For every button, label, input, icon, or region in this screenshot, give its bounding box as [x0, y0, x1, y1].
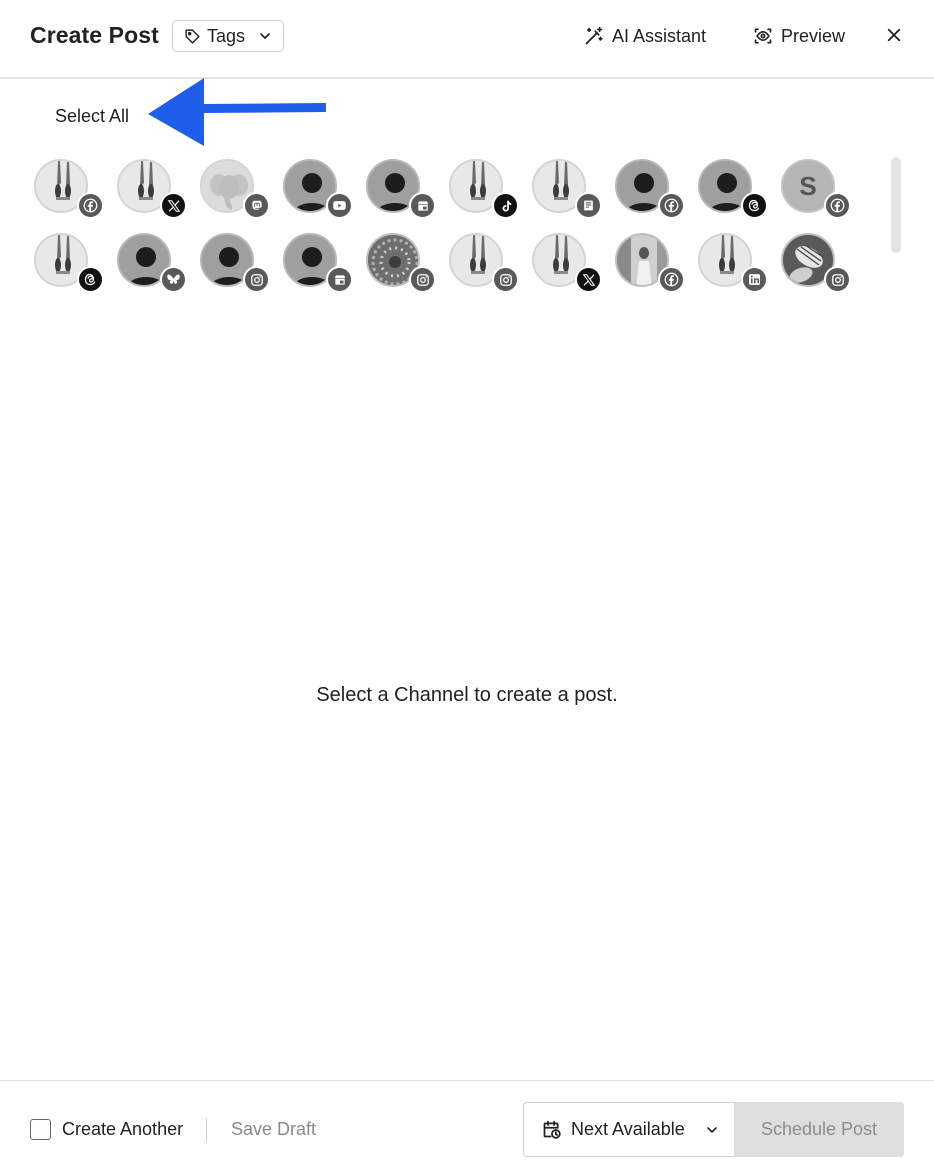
- annotation-arrow: [148, 78, 326, 146]
- divider: [206, 1118, 207, 1142]
- facebook-icon: [658, 192, 685, 219]
- threads-icon: [77, 266, 104, 293]
- eye-scan-icon: [754, 28, 772, 44]
- tags-label: Tags: [207, 25, 246, 46]
- create-another-label[interactable]: Create Another: [62, 1119, 183, 1140]
- header: Create Post Tags AI Assistant Preview: [0, 0, 934, 79]
- preview-label: Preview: [781, 25, 846, 46]
- channel-instagram[interactable]: [781, 233, 851, 293]
- x-icon: [575, 266, 602, 293]
- ai-assistant-label: AI Assistant: [612, 25, 707, 46]
- channel-mastodon[interactable]: [200, 159, 270, 219]
- channel-youtube[interactable]: [283, 159, 353, 219]
- instagram-icon: [824, 266, 851, 293]
- instagram-icon: [409, 266, 436, 293]
- chevron-down-icon: [260, 33, 270, 39]
- footer: Create Another Save Draft Next Available…: [0, 1080, 934, 1162]
- schedule-post-button[interactable]: Schedule Post: [734, 1102, 904, 1157]
- select-all-button[interactable]: Select All: [55, 106, 129, 127]
- channel-threads[interactable]: [698, 159, 768, 219]
- save-draft-button[interactable]: Save Draft: [231, 1119, 316, 1140]
- tags-button[interactable]: Tags: [172, 20, 284, 52]
- channel-instagram[interactable]: [200, 233, 270, 293]
- channel-facebook[interactable]: [615, 233, 685, 293]
- channel-x[interactable]: [532, 233, 602, 293]
- substack-icon: [575, 192, 602, 219]
- chevron-down-icon: [706, 1126, 717, 1133]
- calendar-clock-icon: [543, 1120, 561, 1139]
- tiktok-icon: [492, 192, 519, 219]
- channel-list: S: [34, 159, 854, 293]
- mastodon-icon: [243, 192, 270, 219]
- empty-state-message: Select a Channel to create a post.: [316, 684, 618, 706]
- facebook-icon: [658, 266, 685, 293]
- channel-instagram[interactable]: [366, 233, 436, 293]
- page-title: Create Post: [30, 22, 159, 48]
- youtube-icon: [326, 192, 353, 219]
- close-button[interactable]: [880, 21, 908, 49]
- magic-wand-icon: [585, 26, 603, 44]
- google-business-icon: [409, 192, 436, 219]
- x-icon: [160, 192, 187, 219]
- channel-google-business[interactable]: [366, 159, 436, 219]
- channel-linkedin[interactable]: [698, 233, 768, 293]
- channel-tiktok[interactable]: [449, 159, 519, 219]
- close-icon: [887, 28, 901, 42]
- bluesky-icon: [160, 266, 187, 293]
- avatar-letter: S: [799, 170, 817, 201]
- channel-facebook[interactable]: [34, 159, 104, 219]
- facebook-icon: [824, 192, 851, 219]
- next-available-label: Next Available: [571, 1119, 685, 1139]
- channel-facebook[interactable]: [615, 159, 685, 219]
- ai-assistant-button[interactable]: AI Assistant: [583, 22, 706, 50]
- preview-button[interactable]: Preview: [753, 22, 845, 50]
- channel-bluesky[interactable]: [117, 233, 187, 293]
- scrollbar[interactable]: [891, 157, 901, 253]
- linkedin-icon: [741, 266, 768, 293]
- channel-substack[interactable]: [532, 159, 602, 219]
- threads-icon: [741, 192, 768, 219]
- channel-instagram[interactable]: [449, 233, 519, 293]
- channel-facebook[interactable]: S: [781, 159, 851, 219]
- instagram-icon: [492, 266, 519, 293]
- next-available-dropdown[interactable]: Next Available: [523, 1102, 735, 1157]
- channel-x[interactable]: [117, 159, 187, 219]
- channel-threads[interactable]: [34, 233, 104, 293]
- create-another-checkbox[interactable]: [30, 1119, 51, 1140]
- channel-google-business[interactable]: [283, 233, 353, 293]
- instagram-icon: [243, 266, 270, 293]
- facebook-icon: [77, 192, 104, 219]
- google-business-icon: [326, 266, 353, 293]
- tag-icon: [185, 28, 200, 44]
